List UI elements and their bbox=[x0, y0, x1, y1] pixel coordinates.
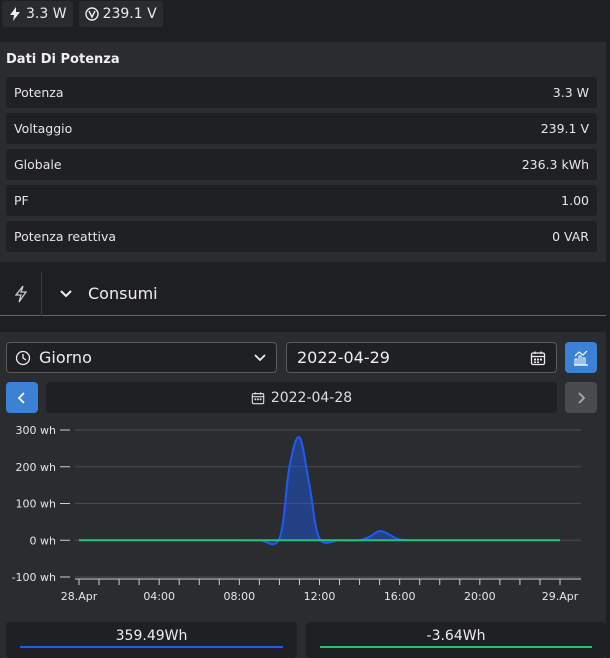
row-value: 3.3 W bbox=[552, 85, 589, 100]
date-input[interactable]: 2022-04-29 bbox=[286, 342, 557, 373]
series1-area bbox=[79, 436, 560, 545]
x-tick-label: 28.Apr bbox=[61, 590, 98, 603]
panel-title: Dati Di Potenza bbox=[6, 52, 120, 67]
chevron-right-icon bbox=[578, 391, 586, 404]
calendar-icon bbox=[251, 391, 265, 404]
series1-line bbox=[79, 436, 560, 546]
next-day-button[interactable] bbox=[565, 382, 597, 413]
voltage-chip-value: 239.1 V bbox=[102, 6, 157, 22]
x-tick-label: 08:00 bbox=[223, 590, 255, 603]
power-chip[interactable]: 3.3 W bbox=[2, 1, 73, 27]
section-icon-cell bbox=[0, 271, 42, 316]
x-tick-label: 04:00 bbox=[143, 590, 175, 603]
power-data-panel: Dati Di Potenza Potenza 3.3 W Voltaggio … bbox=[0, 42, 606, 262]
row-voltaggio: Voltaggio 239.1 V bbox=[6, 113, 597, 144]
row-label: Globale bbox=[14, 157, 62, 172]
voltage-icon bbox=[84, 7, 99, 21]
row-label: Potenza bbox=[14, 85, 64, 100]
y-tick-label: 0 wh bbox=[30, 534, 56, 547]
y-tick-label: -100 wh bbox=[12, 571, 56, 584]
calendar-icon[interactable] bbox=[530, 350, 546, 366]
prev-day-button[interactable] bbox=[6, 382, 38, 413]
date-input-value: 2022-04-29 bbox=[297, 348, 390, 367]
period-select-value: Giorno bbox=[39, 348, 92, 367]
row-globale: Globale 236.3 kWh bbox=[6, 149, 597, 180]
lightning-icon bbox=[10, 7, 20, 21]
row-value: 239.1 V bbox=[540, 121, 589, 136]
consumi-section-header[interactable]: Consumi bbox=[0, 271, 606, 316]
y-tick-label: 100 wh bbox=[16, 498, 56, 511]
series2-legend-line bbox=[320, 646, 592, 648]
lightning-outline-icon bbox=[14, 285, 27, 302]
voltage-chip[interactable]: 239.1 V bbox=[78, 1, 163, 27]
y-tick-label: 200 wh bbox=[16, 461, 56, 474]
row-label: Potenza reattiva bbox=[14, 229, 116, 244]
x-tick-label: 29.Apr bbox=[542, 590, 579, 603]
power-chip-value: 3.3 W bbox=[26, 6, 67, 22]
current-date-bar[interactable]: 2022-04-28 bbox=[46, 382, 557, 413]
consumption-chart: 300 wh 200 wh 100 wh 0 wh -100 wh 28.Apr 04:00… bbox=[12, 424, 581, 603]
total-production: -3.64Wh bbox=[306, 622, 606, 658]
section-title: Consumi bbox=[88, 284, 158, 303]
y-tick-label: 300 wh bbox=[16, 424, 56, 437]
chart-type-button[interactable] bbox=[565, 342, 597, 373]
clock-icon bbox=[15, 350, 31, 365]
row-pf: PF 1.00 bbox=[6, 185, 597, 216]
period-select[interactable]: Giorno bbox=[6, 342, 277, 373]
row-value: 236.3 kWh bbox=[521, 157, 589, 172]
top-status-bar: 3.3 W 239.1 V bbox=[0, 0, 610, 28]
current-date-label: 2022-04-28 bbox=[270, 389, 353, 406]
x-tick-label: 12:00 bbox=[304, 590, 336, 603]
chart-icon bbox=[574, 350, 588, 366]
chevron-left-icon bbox=[17, 391, 25, 404]
series1-legend-line bbox=[20, 646, 283, 648]
row-value: 1.00 bbox=[561, 193, 589, 208]
row-potenza: Potenza 3.3 W bbox=[6, 77, 597, 108]
chevron-down-icon[interactable] bbox=[58, 286, 74, 302]
row-potenza-reattiva: Potenza reattiva 0 VAR bbox=[6, 221, 597, 252]
row-value: 0 VAR bbox=[552, 229, 589, 244]
chevron-down-icon bbox=[254, 353, 266, 361]
total-production-value: -3.64Wh bbox=[426, 628, 486, 644]
total-consumption: 359.49Wh bbox=[6, 622, 297, 658]
total-consumption-value: 359.49Wh bbox=[115, 628, 188, 644]
x-tick-label: 16:00 bbox=[384, 590, 416, 603]
x-tick-label: 20:00 bbox=[464, 590, 496, 603]
row-label: Voltaggio bbox=[14, 121, 73, 136]
consumption-card: Giorno 2022-04-29 2022-04-28 300 wh 200 w… bbox=[0, 332, 606, 658]
row-label: PF bbox=[14, 193, 29, 208]
